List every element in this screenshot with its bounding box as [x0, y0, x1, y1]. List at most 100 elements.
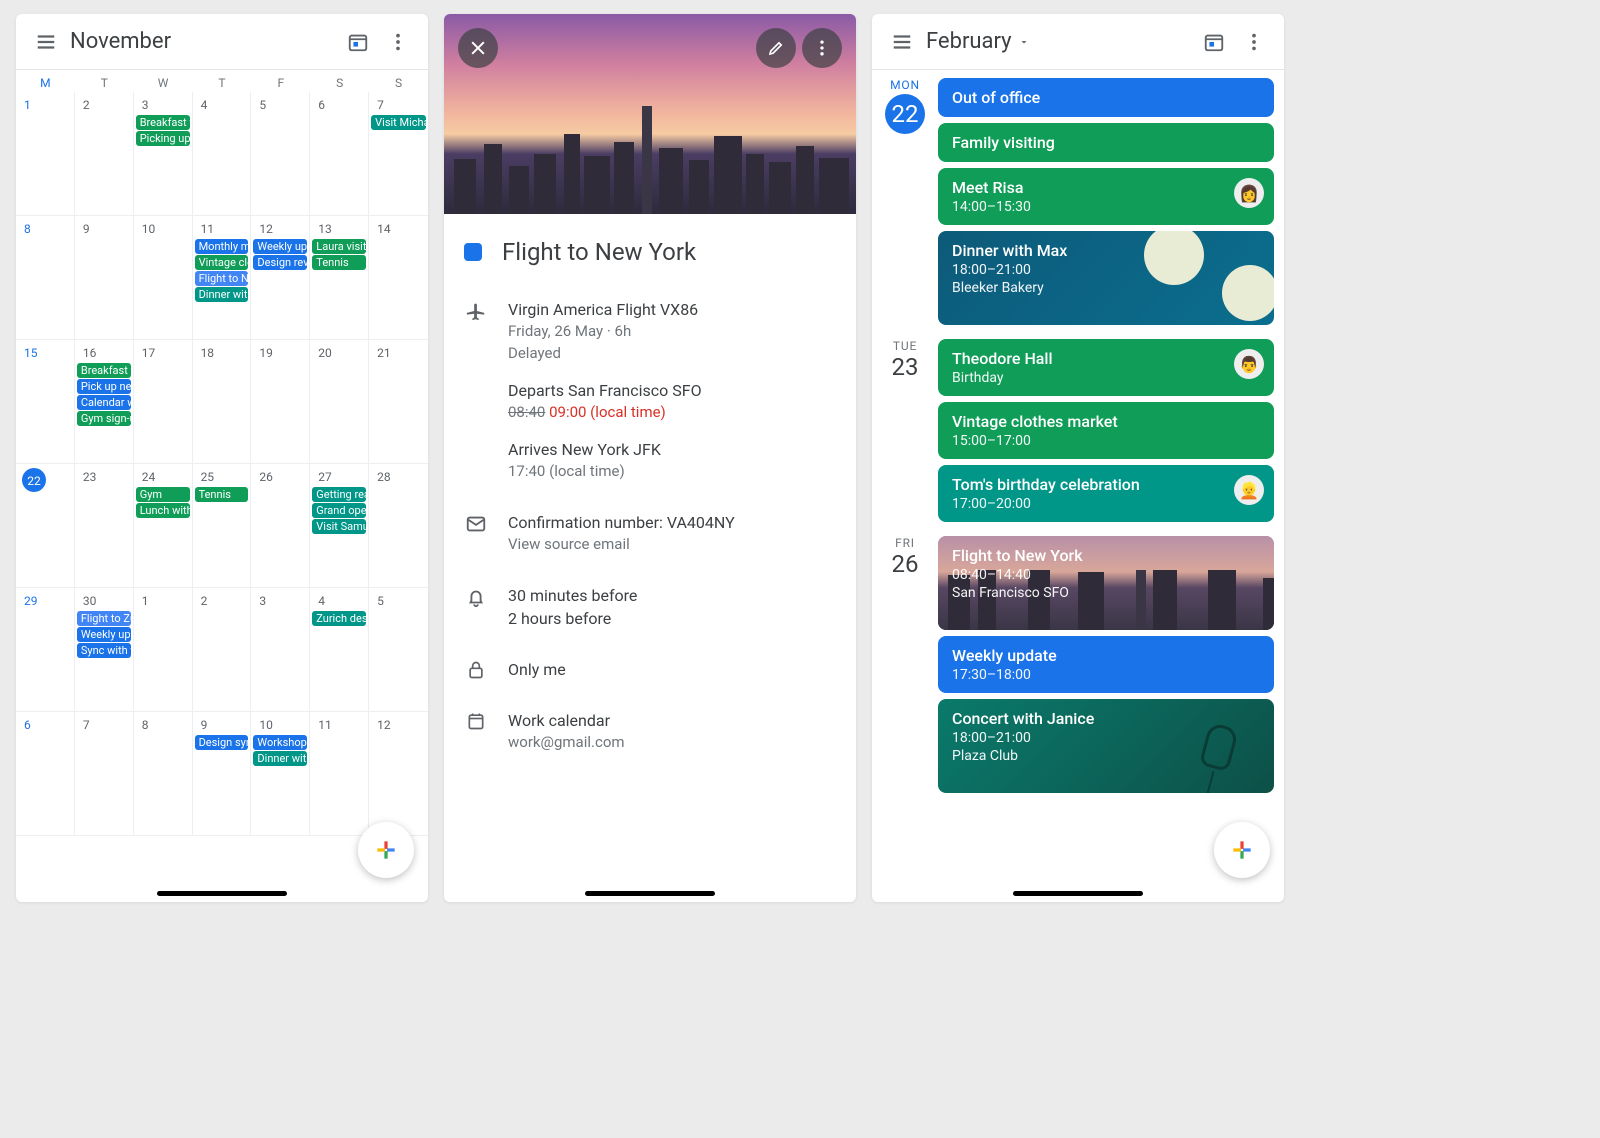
event-card[interactable]: Meet Risa14:00–15:30👩 [938, 168, 1274, 225]
calendar-cell[interactable]: 6 [16, 712, 75, 836]
calendar-cell[interactable]: 18 [193, 340, 252, 464]
calendar-cell[interactable]: 17 [134, 340, 193, 464]
calendar-cell[interactable]: 10 [134, 216, 193, 340]
calendar-cell[interactable]: 26 [251, 464, 310, 588]
calendar-cell[interactable]: 2 [75, 92, 134, 216]
event-chip[interactable]: Dinner with [253, 751, 307, 766]
event-chip[interactable]: Lunch with [136, 503, 190, 518]
event-chip[interactable]: Gym sign-u [77, 411, 131, 426]
overflow-icon[interactable] [378, 22, 418, 62]
event-chip[interactable]: Workshop [253, 735, 307, 750]
calendar-cell[interactable]: 6 [310, 92, 369, 216]
calendar-cell[interactable]: 16Breakfast wPick up newCalendar wGym si… [75, 340, 134, 464]
add-event-fab[interactable] [358, 822, 414, 878]
calendar-cell[interactable]: 4Zurich desi [310, 588, 369, 712]
calendar-cell[interactable]: 3 [251, 588, 310, 712]
schedule-view-screen: February MON22Out of officeFamily visiti… [872, 14, 1284, 902]
day-number: 27 [312, 466, 366, 486]
calendar-cell[interactable]: 4 [193, 92, 252, 216]
airplane-icon [464, 298, 488, 483]
calendar-cell[interactable]: 21 [369, 340, 428, 464]
calendar-cell[interactable]: 13Laura visitinTennis [310, 216, 369, 340]
today-icon[interactable] [1194, 22, 1234, 62]
calendar-cell[interactable]: 23 [75, 464, 134, 588]
event-chip[interactable]: Laura visitin [312, 239, 366, 254]
calendar-cell[interactable]: 2 [193, 588, 252, 712]
calendar-cell[interactable]: 29 [16, 588, 75, 712]
calendar-cell[interactable]: 25Tennis [193, 464, 252, 588]
month-dropdown[interactable]: February [922, 29, 1194, 54]
calendar-cell[interactable]: 5 [369, 588, 428, 712]
source-email-link[interactable]: View source email [508, 534, 836, 556]
event-card[interactable]: Dinner with Max18:00–21:00Bleeker Bakery [938, 231, 1274, 325]
month-title[interactable]: November [66, 29, 338, 54]
event-chip[interactable]: Grand open [312, 503, 366, 518]
event-chip[interactable]: Flight to Ne [195, 271, 249, 286]
calendar-cell[interactable]: 28 [369, 464, 428, 588]
calendar-cell[interactable]: 15 [16, 340, 75, 464]
calendar-cell[interactable]: 1 [16, 92, 75, 216]
event-card[interactable]: Theodore HallBirthday👨 [938, 339, 1274, 396]
app-header: February [872, 14, 1284, 70]
calendar-cell[interactable]: 7 [75, 712, 134, 836]
event-card[interactable]: Concert with Janice18:00–21:00Plaza Club [938, 699, 1274, 793]
event-chip[interactable]: Weekly upd [253, 239, 307, 254]
event-card[interactable]: Vintage clothes market15:00–17:00 [938, 402, 1274, 459]
overflow-icon[interactable] [802, 28, 842, 68]
event-chip[interactable]: Getting rea [312, 487, 366, 502]
event-chip[interactable]: Breakfast w [77, 363, 131, 378]
event-chip[interactable]: Weekly upd [77, 627, 131, 642]
event-chip[interactable]: Tennis [312, 255, 366, 270]
menu-icon[interactable] [26, 22, 66, 62]
calendar-cell[interactable]: 12Weekly updDesign revi [251, 216, 310, 340]
event-card-title: Vintage clothes market [952, 412, 1260, 431]
event-chip[interactable]: Pick up new [77, 379, 131, 394]
event-chip[interactable]: Breakfast w [136, 115, 190, 130]
calendar-cell[interactable]: 5 [251, 92, 310, 216]
calendar-cell[interactable]: 27Getting reaGrand openVisit Samue [310, 464, 369, 588]
event-chip[interactable]: Calendar w [77, 395, 131, 410]
overflow-icon[interactable] [1234, 22, 1274, 62]
calendar-cell[interactable]: 20 [310, 340, 369, 464]
calendar-cell[interactable]: 24GymLunch with [134, 464, 193, 588]
event-card[interactable]: Weekly update17:30–18:00 [938, 636, 1274, 693]
event-card[interactable]: Tom's birthday celebration17:00–20:00👱 [938, 465, 1274, 522]
today-icon[interactable] [338, 22, 378, 62]
event-chip[interactable]: Design syn [195, 735, 249, 750]
event-chip[interactable]: Picking up [136, 131, 190, 146]
event-chip[interactable]: Gym [136, 487, 190, 502]
weekday-label: T [193, 76, 252, 90]
event-card[interactable]: Family visiting [938, 123, 1274, 162]
calendar-cell[interactable]: 19 [251, 340, 310, 464]
calendar-cell[interactable]: 11Monthly meVintage cloFlight to NeDinne… [193, 216, 252, 340]
event-chip[interactable]: Design revi [253, 255, 307, 270]
event-chip[interactable]: Sync with t [77, 643, 131, 658]
event-chip[interactable]: Monthly me [195, 239, 249, 254]
calendar-cell[interactable]: 14 [369, 216, 428, 340]
event-chip[interactable]: Flight to Zu [77, 611, 131, 626]
calendar-cell[interactable]: 9 [75, 216, 134, 340]
event-chip[interactable]: Zurich desi [312, 611, 366, 626]
event-chip[interactable]: Tennis [195, 487, 249, 502]
calendar-cell[interactable]: 30Flight to ZuWeekly updSync with t [75, 588, 134, 712]
event-card[interactable]: Out of office [938, 78, 1274, 117]
calendar-cell[interactable]: 9Design syn [193, 712, 252, 836]
add-event-fab[interactable] [1214, 822, 1270, 878]
menu-icon[interactable] [882, 22, 922, 62]
event-chip[interactable]: Dinner with [195, 287, 249, 302]
calendar-cell[interactable]: 8 [134, 712, 193, 836]
calendar-cell[interactable]: 10WorkshopDinner with [251, 712, 310, 836]
event-chip[interactable]: Visit Michae [371, 115, 426, 130]
event-card[interactable]: Flight to New York08:40–14:40San Francis… [938, 536, 1274, 630]
close-icon[interactable] [458, 28, 498, 68]
calendar-cell[interactable]: 7Visit Michae [369, 92, 428, 216]
edit-icon[interactable] [756, 28, 796, 68]
event-chip[interactable]: Visit Samue [312, 519, 366, 534]
calendar-cell[interactable]: 3Breakfast wPicking up [134, 92, 193, 216]
calendar-cell[interactable]: 12 [369, 712, 428, 836]
calendar-cell[interactable]: 11 [310, 712, 369, 836]
calendar-cell[interactable]: 22 [16, 464, 75, 588]
calendar-cell[interactable]: 8 [16, 216, 75, 340]
calendar-cell[interactable]: 1 [134, 588, 193, 712]
event-chip[interactable]: Vintage clo [195, 255, 249, 270]
